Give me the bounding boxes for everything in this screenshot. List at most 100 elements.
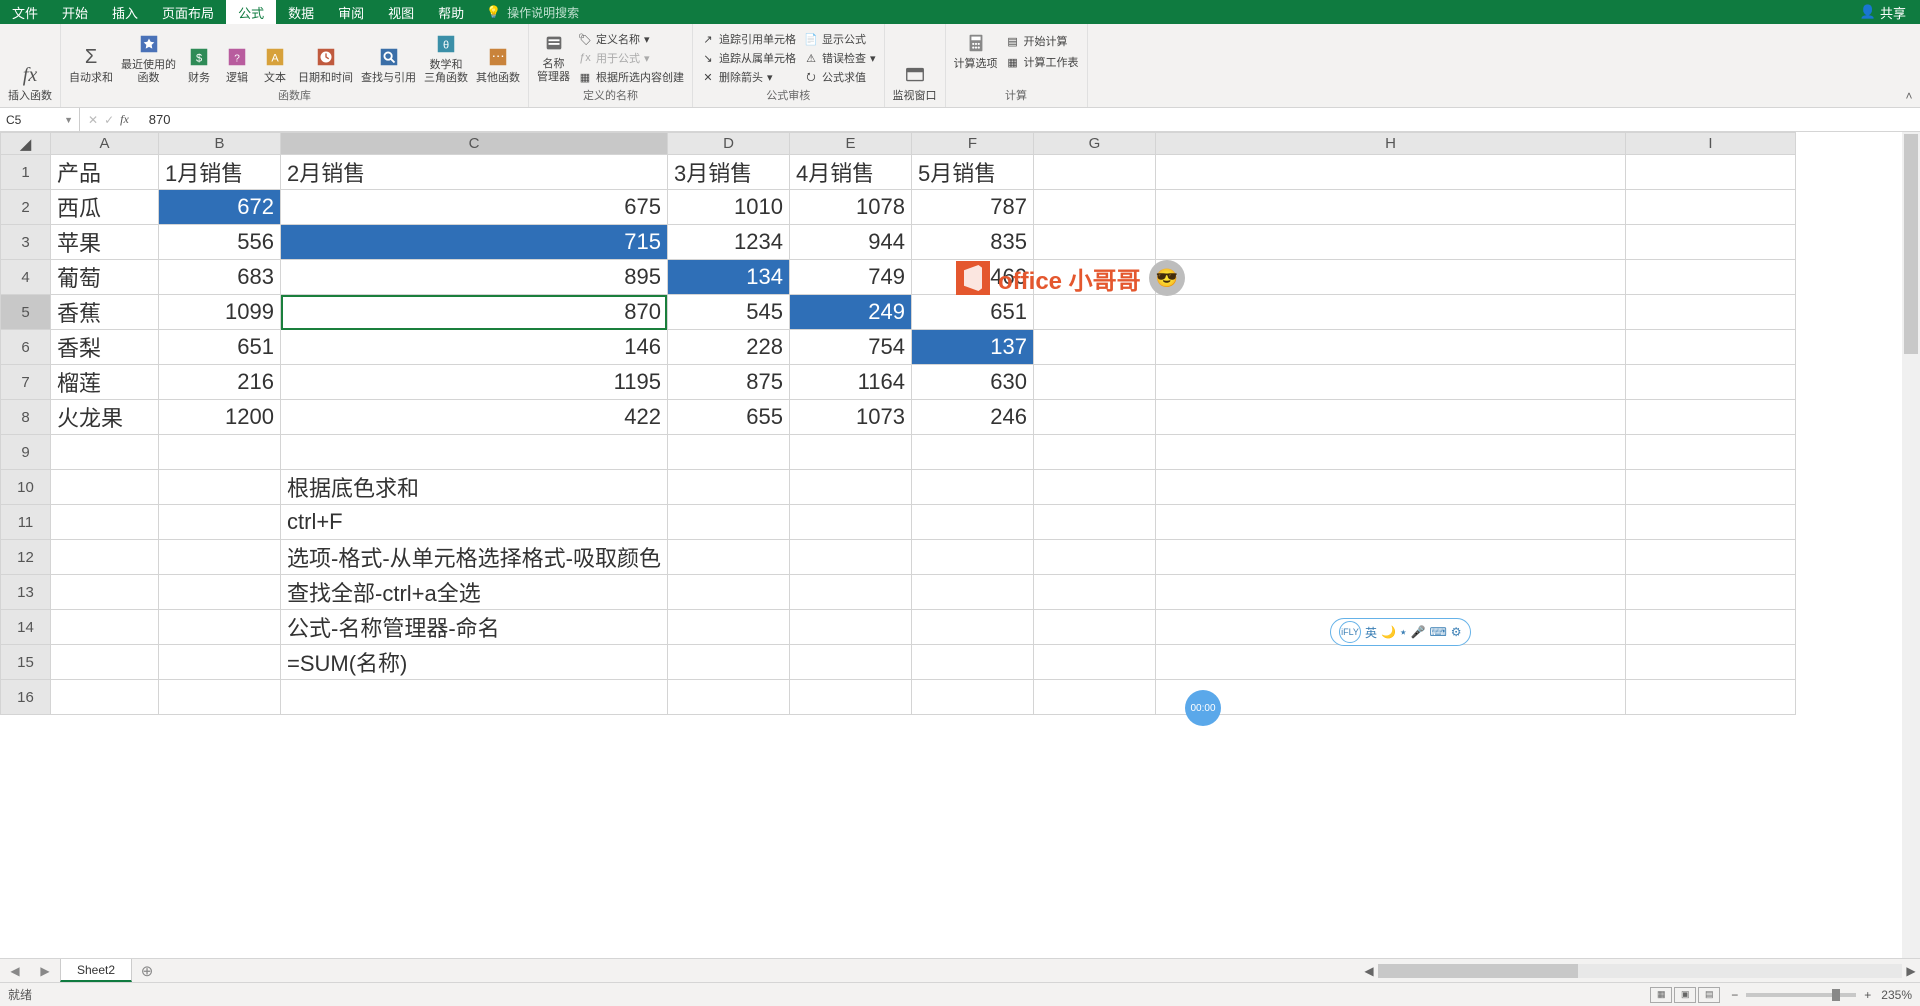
cell-C1[interactable]: 2月销售 xyxy=(281,155,668,190)
cell-H3[interactable] xyxy=(1155,225,1625,260)
cell-E16[interactable] xyxy=(789,680,911,715)
cell-C13[interactable]: 查找全部-ctrl+a全选 xyxy=(281,575,668,610)
cell-B9[interactable] xyxy=(159,435,281,470)
cell-D11[interactable] xyxy=(667,505,789,540)
cell-G3[interactable] xyxy=(1033,225,1155,260)
cell-H10[interactable] xyxy=(1155,470,1625,505)
name-box[interactable]: C5 ▼ xyxy=(0,108,80,131)
menu-review[interactable]: 审阅 xyxy=(326,0,376,24)
cell-C9[interactable] xyxy=(281,435,668,470)
row-header-8[interactable]: 8 xyxy=(1,400,51,435)
cell-E9[interactable] xyxy=(789,435,911,470)
cell-F3[interactable]: 835 xyxy=(911,225,1033,260)
cell-I1[interactable] xyxy=(1625,155,1795,190)
cell-C11[interactable]: ctrl+F xyxy=(281,505,668,540)
cell-B15[interactable] xyxy=(159,645,281,680)
cell-A12[interactable] xyxy=(51,540,159,575)
cell-I7[interactable] xyxy=(1625,365,1795,400)
cell-D6[interactable]: 228 xyxy=(667,330,789,365)
zoom-out-button[interactable]: − xyxy=(1731,988,1738,1002)
zoom-in-button[interactable]: + xyxy=(1864,988,1871,1002)
cell-F9[interactable] xyxy=(911,435,1033,470)
cell-B5[interactable]: 1099 xyxy=(159,295,281,330)
cell-G6[interactable] xyxy=(1033,330,1155,365)
row-header-7[interactable]: 7 xyxy=(1,365,51,400)
cell-G16[interactable] xyxy=(1033,680,1155,715)
cell-H12[interactable] xyxy=(1155,540,1625,575)
row-header-13[interactable]: 13 xyxy=(1,575,51,610)
cell-I4[interactable] xyxy=(1625,260,1795,295)
watch-window-button[interactable]: 监视窗口 xyxy=(889,58,941,105)
cell-I8[interactable] xyxy=(1625,400,1795,435)
cancel-formula-button[interactable]: ✕ xyxy=(88,113,98,127)
cell-H11[interactable] xyxy=(1155,505,1625,540)
logical-button[interactable]: ?逻辑 xyxy=(218,40,256,87)
cell-A8[interactable]: 火龙果 xyxy=(51,400,159,435)
row-header-12[interactable]: 12 xyxy=(1,540,51,575)
calc-sheet-button[interactable]: ▦计算工作表 xyxy=(1002,53,1083,71)
cell-A10[interactable] xyxy=(51,470,159,505)
row-header-6[interactable]: 6 xyxy=(1,330,51,365)
cell-E15[interactable] xyxy=(789,645,911,680)
zoom-slider-knob[interactable] xyxy=(1832,989,1840,1001)
cell-I2[interactable] xyxy=(1625,190,1795,225)
cell-A2[interactable]: 西瓜 xyxy=(51,190,159,225)
cell-I3[interactable] xyxy=(1625,225,1795,260)
cell-I5[interactable] xyxy=(1625,295,1795,330)
cell-F7[interactable]: 630 xyxy=(911,365,1033,400)
cell-E4[interactable]: 749 xyxy=(789,260,911,295)
col-header-H[interactable]: H xyxy=(1155,133,1625,155)
text-fn-button[interactable]: A文本 xyxy=(256,40,294,87)
hscroll-left-icon[interactable]: ◀ xyxy=(1360,964,1378,978)
menu-view[interactable]: 视图 xyxy=(376,0,426,24)
ribbon-collapse-button[interactable]: ˄ xyxy=(1898,24,1920,107)
trace-dependents-button[interactable]: ↘追踪从属单元格 xyxy=(697,49,800,67)
cell-D7[interactable]: 875 xyxy=(667,365,789,400)
cell-E10[interactable] xyxy=(789,470,911,505)
cell-D10[interactable] xyxy=(667,470,789,505)
insert-function-button[interactable]: fx 插入函数 xyxy=(4,58,56,105)
cell-G8[interactable] xyxy=(1033,400,1155,435)
cell-F6[interactable]: 137 xyxy=(911,330,1033,365)
horizontal-scroll-thumb[interactable] xyxy=(1378,964,1578,978)
menu-file[interactable]: 文件 xyxy=(0,0,50,24)
fx-icon[interactable]: fx xyxy=(120,112,135,127)
cell-B8[interactable]: 1200 xyxy=(159,400,281,435)
cell-B6[interactable]: 651 xyxy=(159,330,281,365)
cell-E5[interactable]: 249 xyxy=(789,295,911,330)
cell-G15[interactable] xyxy=(1033,645,1155,680)
cell-A3[interactable]: 苹果 xyxy=(51,225,159,260)
cell-I11[interactable] xyxy=(1625,505,1795,540)
cell-B13[interactable] xyxy=(159,575,281,610)
sparkle-icon[interactable]: ٭ xyxy=(1400,625,1407,639)
cell-H6[interactable] xyxy=(1155,330,1625,365)
view-normal-button[interactable]: ▦ xyxy=(1650,987,1672,1003)
cell-B16[interactable] xyxy=(159,680,281,715)
cell-D13[interactable] xyxy=(667,575,789,610)
more-fn-button[interactable]: ⋯其他函数 xyxy=(472,40,524,87)
cell-E1[interactable]: 4月销售 xyxy=(789,155,911,190)
sheet-tab-active[interactable]: Sheet2 xyxy=(60,959,132,982)
share-button[interactable]: 👤 共享 xyxy=(1846,0,1920,24)
cell-D3[interactable]: 1234 xyxy=(667,225,789,260)
remove-arrows-button[interactable]: ✕删除箭头 ▾ xyxy=(697,68,800,86)
cell-G12[interactable] xyxy=(1033,540,1155,575)
menu-insert[interactable]: 插入 xyxy=(100,0,150,24)
cell-E11[interactable] xyxy=(789,505,911,540)
cell-B10[interactable] xyxy=(159,470,281,505)
cell-I16[interactable] xyxy=(1625,680,1795,715)
cell-H15[interactable] xyxy=(1155,645,1625,680)
sheet-next-icon[interactable]: ▶ xyxy=(40,964,49,978)
cell-F15[interactable] xyxy=(911,645,1033,680)
name-manager-button[interactable]: 名称 管理器 xyxy=(533,26,574,86)
cell-C7[interactable]: 1195 xyxy=(281,365,668,400)
row-header-10[interactable]: 10 xyxy=(1,470,51,505)
keyboard-icon[interactable]: ⌨ xyxy=(1429,625,1446,639)
cell-F8[interactable]: 246 xyxy=(911,400,1033,435)
cell-E13[interactable] xyxy=(789,575,911,610)
cell-B2[interactable]: 672 xyxy=(159,190,281,225)
cell-F16[interactable] xyxy=(911,680,1033,715)
cell-H13[interactable] xyxy=(1155,575,1625,610)
cell-D12[interactable] xyxy=(667,540,789,575)
cell-C8[interactable]: 422 xyxy=(281,400,668,435)
